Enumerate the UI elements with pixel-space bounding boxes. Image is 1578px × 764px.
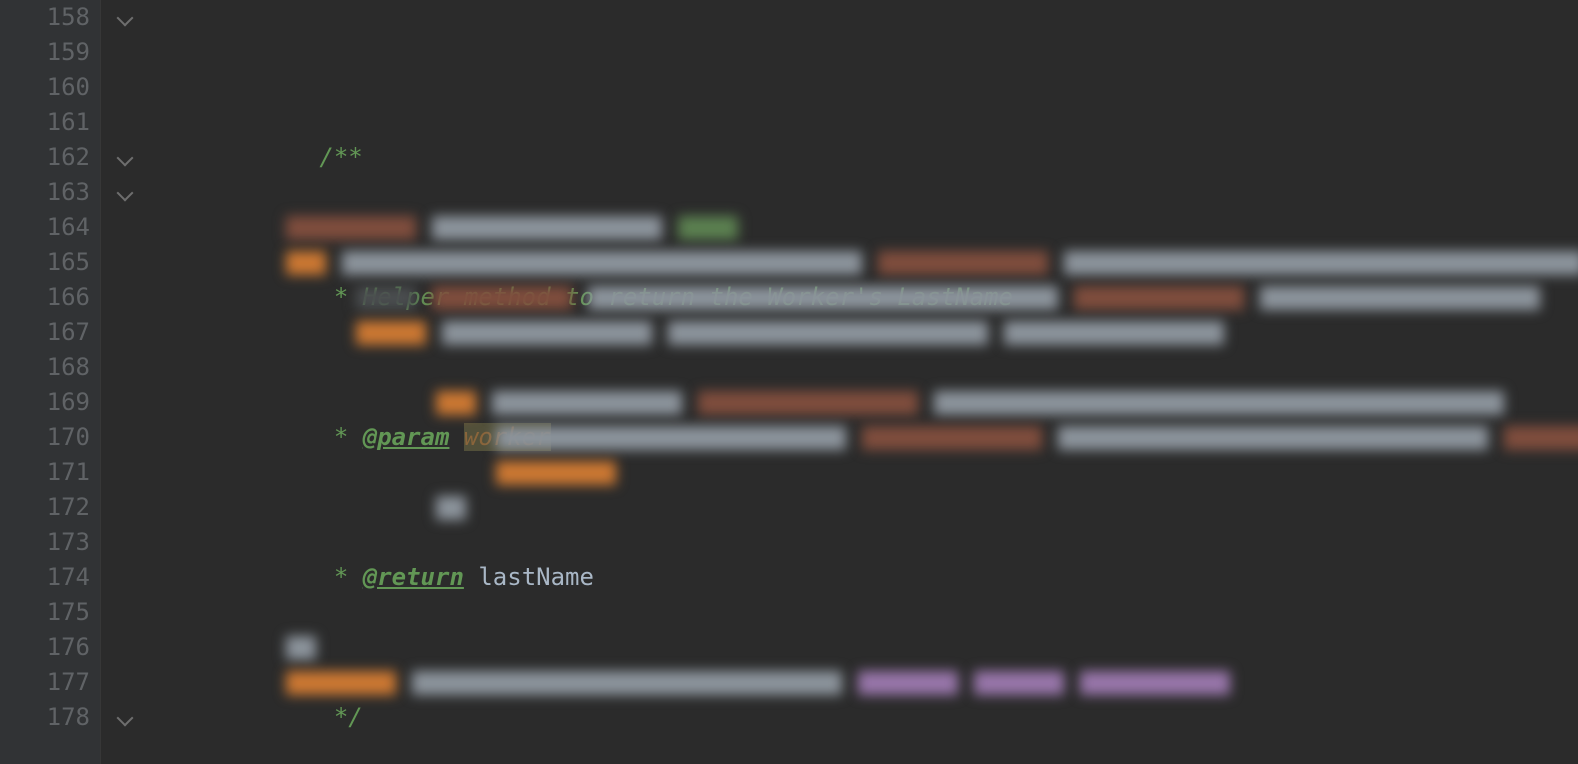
redacted-token: [412, 671, 842, 695]
redacted-token: [496, 426, 846, 450]
redacted-token: [286, 671, 396, 695]
doc-tag-return: @return: [363, 563, 464, 591]
doc-comment-star: *: [319, 423, 362, 451]
fold-handle-icon[interactable]: [117, 710, 134, 727]
redacted-token: [678, 216, 738, 240]
redacted-token: [858, 671, 958, 695]
line-number: 165: [0, 245, 90, 280]
line-number: 173: [0, 525, 90, 560]
line-number: 163: [0, 175, 90, 210]
redacted-token: [342, 251, 862, 275]
redacted-line: [356, 280, 1540, 315]
line-number: 170: [0, 420, 90, 455]
line-number: 177: [0, 665, 90, 700]
redacted-line: [436, 490, 466, 525]
line-number: 161: [0, 105, 90, 140]
line-number: 174: [0, 560, 90, 595]
code-line[interactable]: */: [146, 700, 1578, 735]
redacted-token: [356, 286, 416, 310]
redacted-token: [698, 391, 918, 415]
line-number: 172: [0, 490, 90, 525]
fold-handle-icon[interactable]: [117, 185, 134, 202]
line-number: 162: [0, 140, 90, 175]
line-number: 167: [0, 315, 90, 350]
redacted-token: [286, 636, 316, 660]
redacted-token: [492, 391, 682, 415]
line-number: 178: [0, 700, 90, 735]
redacted-token: [432, 286, 572, 310]
line-number: 158: [0, 0, 90, 35]
redacted-token: [588, 286, 1058, 310]
redacted-token: [432, 216, 662, 240]
redacted-token: [436, 391, 476, 415]
redacted-line: [286, 630, 316, 665]
redacted-token: [1058, 426, 1488, 450]
redacted-token: [286, 251, 326, 275]
redacted-token: [974, 671, 1064, 695]
redacted-line: [496, 420, 1578, 455]
redacted-token: [496, 461, 616, 485]
redacted-token: [878, 251, 1048, 275]
redacted-token: [436, 496, 466, 520]
redacted-line: [496, 455, 616, 490]
line-number: 168: [0, 350, 90, 385]
redacted-line: [286, 210, 738, 245]
doc-comment-close: */: [319, 703, 362, 731]
line-number: 169: [0, 385, 90, 420]
redacted-token: [356, 321, 426, 345]
doc-tag-param: @param: [363, 423, 450, 451]
redacted-token: [1004, 321, 1224, 345]
redacted-line: [436, 385, 1504, 420]
redacted-token: [1080, 671, 1230, 695]
line-number: 171: [0, 455, 90, 490]
redacted-line: [286, 665, 1230, 700]
redacted-line: [286, 245, 1578, 280]
redacted-token: [1074, 286, 1244, 310]
redacted-token: [934, 391, 1504, 415]
redacted-line: [356, 315, 1224, 350]
redacted-token: [1064, 251, 1578, 275]
line-number: 159: [0, 35, 90, 70]
redacted-token: [862, 426, 1042, 450]
doc-comment-star: *: [319, 563, 362, 591]
fold-handle-icon[interactable]: [117, 150, 134, 167]
redacted-token: [1260, 286, 1540, 310]
line-number: 175: [0, 595, 90, 630]
line-number: 176: [0, 630, 90, 665]
line-number: 164: [0, 210, 90, 245]
code-line[interactable]: * @return lastName: [146, 560, 1578, 595]
fold-handle-icon[interactable]: [117, 10, 134, 27]
doc-comment-open: /**: [319, 143, 362, 171]
line-number-gutter: 1581591601611621631641651661671681691701…: [0, 0, 100, 764]
redacted-token: [1504, 426, 1578, 450]
fold-column: [100, 0, 146, 764]
code-area[interactable]: /** * Helper method to return the Worker…: [146, 0, 1578, 764]
code-line[interactable]: /**: [146, 140, 1578, 175]
redacted-token: [442, 321, 652, 345]
line-number: 160: [0, 70, 90, 105]
redacted-token: [286, 216, 416, 240]
doc-return-name: lastName: [478, 563, 594, 591]
redacted-token: [668, 321, 988, 345]
line-number: 166: [0, 280, 90, 315]
code-editor[interactable]: 1581591601611621631641651661671681691701…: [0, 0, 1578, 764]
